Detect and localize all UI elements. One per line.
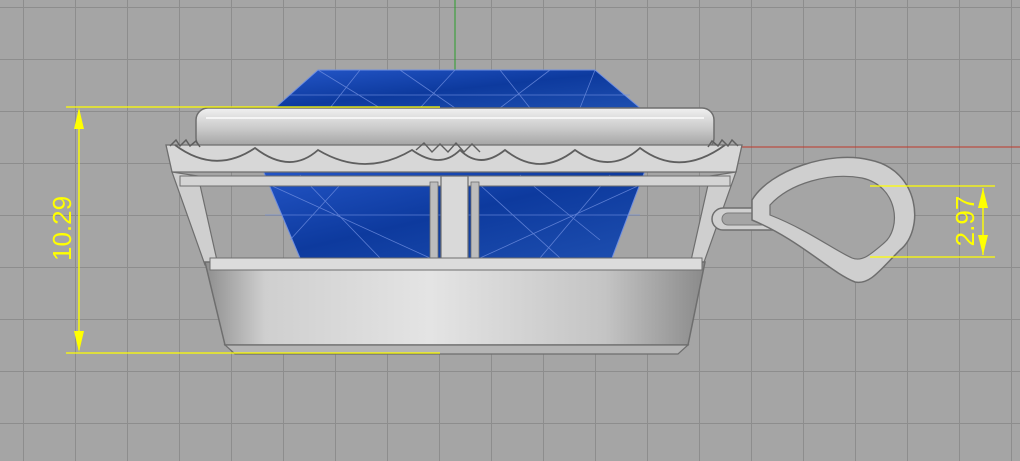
scene-canvas[interactable] — [0, 0, 1020, 461]
bail-loop[interactable] — [751, 156, 916, 284]
dimension-bail-inner-label: 2.97 — [950, 195, 980, 247]
crown-prong-rim[interactable] — [165, 138, 743, 173]
gallery-frame[interactable] — [171, 171, 737, 273]
pendant-base-body[interactable] — [204, 257, 706, 355]
dimension-height-label: 10.29 — [47, 195, 77, 261]
viewport-front[interactable]: 10.29 2.97 — [0, 0, 1020, 461]
